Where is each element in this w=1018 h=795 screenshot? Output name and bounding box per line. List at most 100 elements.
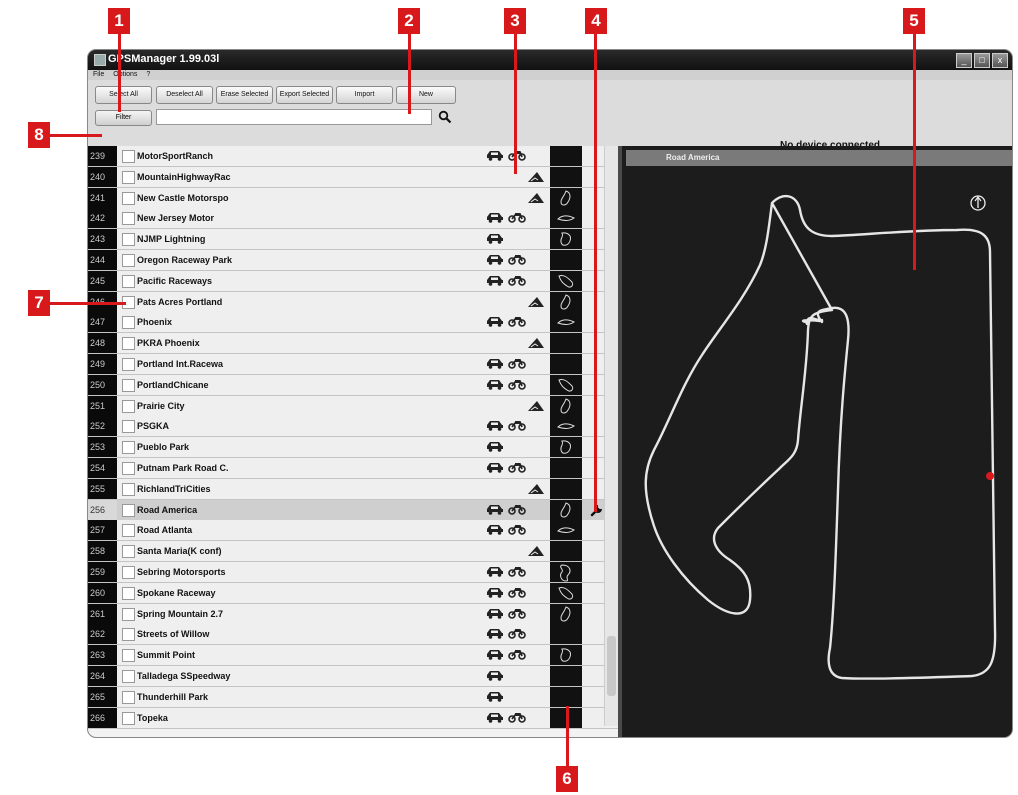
map-track-title: Road America (666, 153, 720, 162)
track-checkbox[interactable] (122, 150, 135, 163)
track-number: 255 (88, 478, 117, 499)
track-name: New Castle Motorspo (137, 192, 229, 203)
track-row[interactable]: 242 New Jersey Motor (88, 208, 618, 230)
track-checkbox[interactable] (122, 191, 135, 205)
track-checkbox[interactable] (122, 337, 135, 351)
track-row[interactable]: 259 Sebring Motorsports (88, 562, 618, 583)
maximize-button[interactable]: □ (974, 53, 990, 68)
search-icon[interactable] (438, 110, 452, 124)
track-checkbox[interactable] (122, 586, 135, 600)
track-checkbox[interactable] (122, 233, 135, 247)
track-row[interactable]: 244 Oregon Raceway Park (88, 250, 618, 271)
track-row[interactable]: 247 Phoenix (88, 312, 618, 334)
track-list-scrollbar[interactable] (604, 146, 619, 726)
track-checkbox[interactable] (122, 316, 135, 330)
track-checkbox[interactable] (122, 441, 135, 455)
track-checkbox[interactable] (122, 274, 135, 288)
track-checkbox[interactable] (122, 545, 135, 559)
track-checkbox[interactable] (122, 399, 135, 413)
callout-line-2 (408, 34, 411, 114)
track-thumbnail (550, 312, 582, 333)
track-row[interactable]: 265 Thunderhill Park (88, 686, 618, 708)
track-row[interactable]: 243 NJMP Lightning (88, 229, 618, 251)
track-row[interactable]: 258 Santa Maria(K conf) (88, 541, 618, 563)
callout-8: 8 (28, 122, 50, 148)
track-checkbox[interactable] (122, 358, 135, 371)
track-row[interactable]: 260 Spokane Raceway (88, 582, 618, 604)
menu-help[interactable]: ? (146, 71, 150, 78)
track-row[interactable]: 252 PSGKA (88, 416, 618, 438)
callout-7: 7 (28, 290, 50, 316)
callout-2: 2 (398, 8, 420, 34)
track-checkbox[interactable] (122, 420, 135, 434)
track-row[interactable]: 264 Talladega SSpeedway (88, 666, 618, 687)
track-layout-icon (558, 586, 574, 600)
track-checkbox[interactable] (122, 482, 135, 496)
track-checkbox[interactable] (122, 524, 135, 538)
filter-button[interactable]: Filter (95, 110, 152, 126)
deselect-all-button[interactable]: Deselect All (156, 86, 213, 104)
new-button[interactable]: New (396, 86, 456, 104)
track-name: Pats Acres Portland (137, 296, 223, 307)
select-all-button[interactable]: Select All (95, 86, 152, 104)
track-row[interactable]: 257 Road Atlanta (88, 520, 618, 542)
track-number: 259 (88, 562, 117, 582)
track-row[interactable]: 255 RichlandTriCities (88, 478, 618, 500)
track-row[interactable]: 248 PKRA Phoenix (88, 333, 618, 355)
track-number: 264 (88, 666, 117, 686)
track-layout-icon (557, 319, 575, 326)
menu-options[interactable]: Options (113, 71, 137, 78)
track-checkbox[interactable] (122, 462, 135, 475)
track-checkbox[interactable] (122, 378, 135, 392)
wrench-icon[interactable] (590, 503, 604, 517)
track-row[interactable]: 263 Summit Point (88, 645, 618, 667)
callout-line-4 (594, 34, 597, 512)
scrollbar-thumb[interactable] (607, 636, 616, 696)
export-selected-button[interactable]: Export Selected (276, 86, 333, 104)
track-row[interactable]: 262 Streets of Willow (88, 624, 618, 646)
track-checkbox[interactable] (122, 503, 135, 517)
track-checkbox[interactable] (122, 670, 135, 683)
filter-input[interactable] (156, 109, 432, 125)
track-thumbnail (550, 541, 582, 562)
car-icon (487, 691, 503, 702)
track-thumbnail (550, 520, 582, 541)
car-icon (487, 463, 503, 473)
track-checkbox[interactable] (122, 628, 135, 642)
track-checkbox[interactable] (122, 212, 135, 226)
track-thumbnail (550, 291, 582, 312)
track-row[interactable]: 253 Pueblo Park (88, 437, 618, 459)
track-row[interactable]: 251 Prairie City (88, 395, 618, 417)
track-row[interactable]: 246Pats Acres Portland (88, 291, 618, 313)
callout-5: 5 (903, 8, 925, 34)
track-row[interactable]: 256 Road America (88, 499, 618, 521)
close-button[interactable]: x (992, 53, 1008, 68)
erase-selected-button[interactable]: Erase Selected (216, 86, 273, 104)
track-row[interactable]: 240 MountainHighwayRac (88, 166, 618, 188)
track-row[interactable]: 254 Putnam Park Road C. (88, 458, 618, 479)
track-checkbox[interactable] (122, 649, 135, 663)
track-row[interactable]: 249 Portland Int.Racewa (88, 354, 618, 375)
callout-line-5 (913, 34, 916, 270)
minimize-button[interactable]: _ (956, 53, 972, 68)
track-checkbox[interactable] (122, 170, 135, 184)
track-row[interactable]: 250 PortlandChicane (88, 374, 618, 396)
menu-file[interactable]: File (93, 71, 104, 78)
track-checkbox[interactable] (122, 607, 135, 621)
track-row[interactable]: 245 Pacific Raceways (88, 270, 618, 292)
track-row[interactable]: 261 Spring Mountain 2.7 (88, 603, 618, 625)
track-thumbnail (550, 624, 582, 645)
track-row[interactable]: 239 MotorSportRanch (88, 146, 618, 167)
track-map-panel: Road America (618, 146, 1012, 737)
track-row[interactable]: 266 Topeka (88, 707, 618, 729)
track-checkbox[interactable] (122, 690, 135, 704)
menu-bar: File Options? (88, 70, 1012, 80)
track-name: Streets of Willow (137, 629, 210, 640)
track-layout-icon (560, 397, 571, 414)
motorcycle-icon (508, 608, 526, 619)
track-checkbox[interactable] (122, 254, 135, 267)
import-button[interactable]: Import (336, 86, 393, 104)
track-checkbox[interactable] (122, 566, 135, 579)
track-checkbox[interactable] (122, 711, 135, 725)
track-row[interactable]: 241 New Castle Motorspo (88, 187, 618, 209)
